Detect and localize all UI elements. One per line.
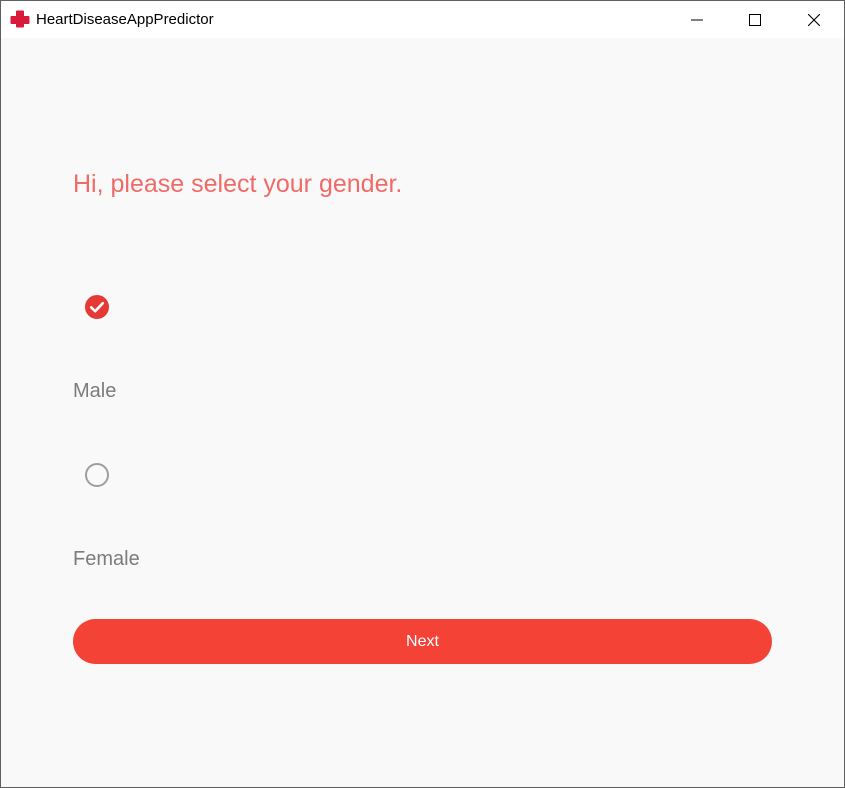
female-label[interactable]: Female: [73, 547, 140, 571]
window-title: HeartDiseaseAppPredictor: [36, 11, 214, 28]
title-bar[interactable]: HeartDiseaseAppPredictor: [1, 1, 844, 38]
checked-circle-icon: [85, 295, 109, 319]
radio-unchecked-icon: [85, 463, 109, 487]
page-heading: Hi, please select your gender.: [73, 170, 403, 198]
minimize-icon: [691, 19, 703, 20]
medical-cross-icon: [10, 10, 30, 28]
female-radio[interactable]: [84, 462, 110, 488]
main-content: Hi, please select your gender. Male Fema…: [1, 38, 844, 787]
maximize-icon: [749, 13, 761, 26]
app-window: HeartDiseaseAppPredictor Hi, please sele…: [0, 0, 845, 788]
maximize-button[interactable]: [726, 1, 784, 38]
next-button[interactable]: Next: [73, 619, 772, 664]
close-icon: [808, 13, 820, 26]
minimize-button[interactable]: [668, 1, 726, 38]
male-label[interactable]: Male: [73, 379, 116, 403]
male-radio[interactable]: [84, 294, 110, 320]
close-button[interactable]: [785, 1, 843, 38]
